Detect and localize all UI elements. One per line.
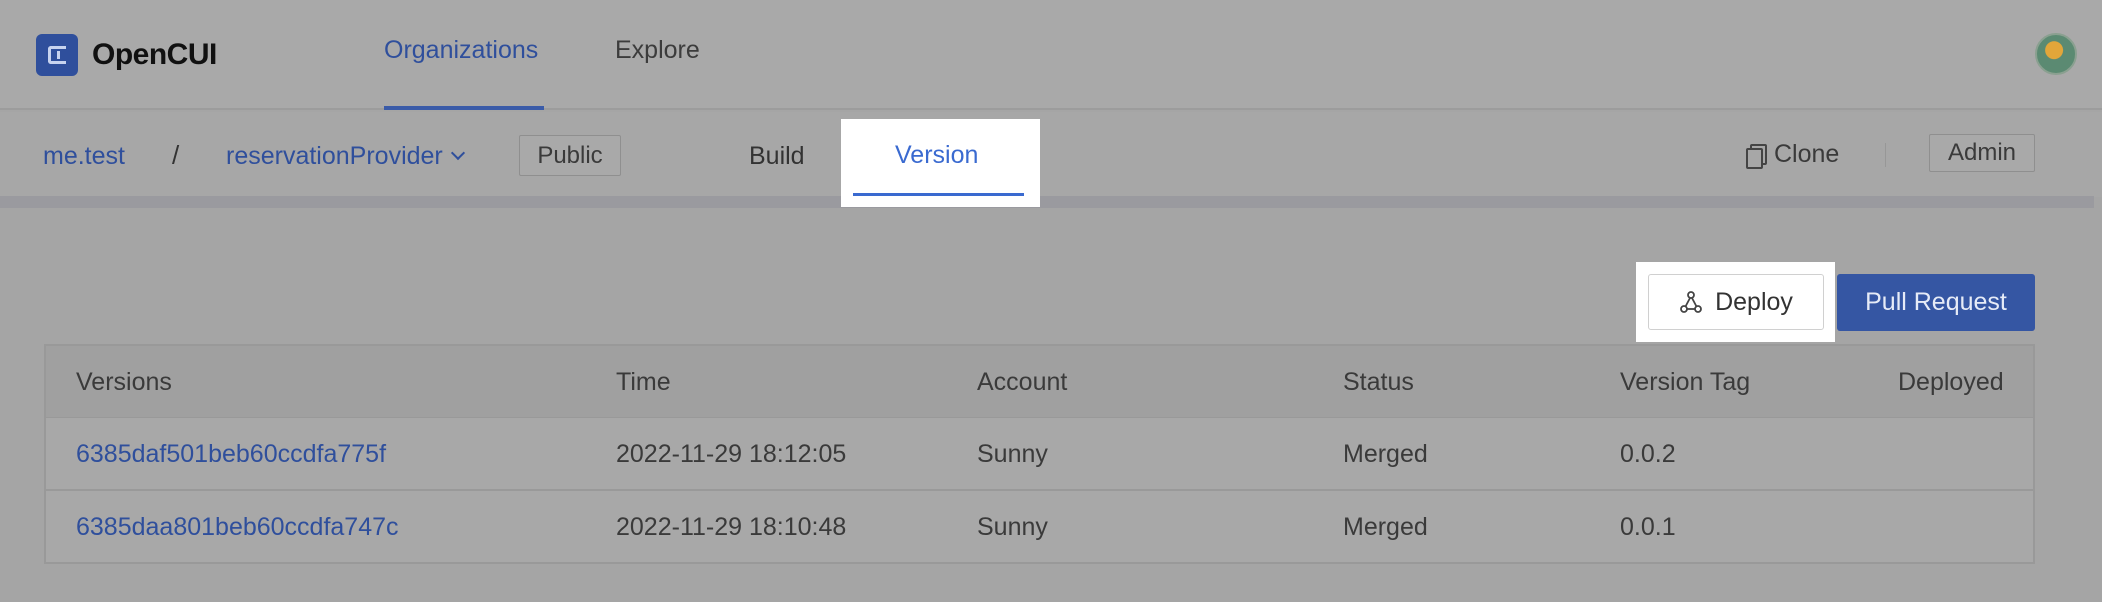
clone-label: Clone <box>1774 140 1840 168</box>
deploy-icon <box>1680 291 1702 313</box>
clone-icon <box>1746 143 1767 169</box>
app-logo[interactable]: OpenCUI <box>36 34 217 76</box>
subheader-divider <box>0 196 2094 208</box>
version-tag-cell: 0.0.1 <box>1620 513 1676 541</box>
col-time: Time <box>616 368 671 396</box>
nav-active-indicator <box>384 106 544 110</box>
chevron-down-icon <box>450 145 465 161</box>
admin-button[interactable]: Admin <box>1929 134 2035 172</box>
time-cell: 2022-11-29 18:10:48 <box>616 513 847 541</box>
nav-organizations[interactable]: Organizations <box>384 36 538 65</box>
deploy-button[interactable]: Deploy <box>1648 274 1824 330</box>
version-link[interactable]: 6385daa801beb60ccdfa747c <box>76 513 399 542</box>
col-status: Status <box>1343 368 1414 396</box>
table-header: Versions Time Account Status Version Tag… <box>46 346 2033 418</box>
tab-active-indicator <box>853 193 1024 196</box>
project-selector[interactable]: reservationProvider <box>226 142 465 171</box>
breadcrumb-separator: / <box>172 140 180 170</box>
top-navbar: OpenCUI Organizations Explore <box>0 0 2102 110</box>
col-deployed: Deployed <box>1898 368 2004 396</box>
tab-version[interactable]: Version <box>841 119 1040 207</box>
versions-table: Versions Time Account Status Version Tag… <box>44 344 2035 564</box>
version-tag-cell: 0.0.2 <box>1620 440 1676 468</box>
logo-icon <box>36 34 78 76</box>
col-account: Account <box>977 368 1068 396</box>
avatar[interactable] <box>2035 33 2077 75</box>
breadcrumb-org[interactable]: me.test <box>43 142 125 171</box>
tab-version-label: Version <box>895 141 979 169</box>
header-divider <box>1885 143 1886 167</box>
pull-request-button[interactable]: Pull Request <box>1837 274 2035 331</box>
deploy-label: Deploy <box>1715 287 1793 316</box>
col-version-tag: Version Tag <box>1620 368 1751 396</box>
col-versions: Versions <box>76 368 172 396</box>
table-row: 6385daa801beb60ccdfa747c 2022-11-29 18:1… <box>46 491 2033 564</box>
account-cell: Sunny <box>977 513 1048 541</box>
visibility-badge: Public <box>519 135 621 176</box>
account-cell: Sunny <box>977 440 1048 468</box>
time-cell: 2022-11-29 18:12:05 <box>616 440 847 468</box>
project-name: reservationProvider <box>226 142 443 170</box>
nav-explore[interactable]: Explore <box>615 36 700 65</box>
deploy-highlight: Deploy <box>1636 262 1835 342</box>
table-row: 6385daf501beb60ccdfa775f 2022-11-29 18:1… <box>46 418 2033 491</box>
clone-button[interactable]: Clone <box>1746 140 1839 169</box>
tab-build[interactable]: Build <box>749 142 805 171</box>
logo-text: OpenCUI <box>92 38 217 71</box>
version-link[interactable]: 6385daf501beb60ccdfa775f <box>76 440 386 469</box>
status-cell: Merged <box>1343 440 1428 468</box>
status-cell: Merged <box>1343 513 1428 541</box>
